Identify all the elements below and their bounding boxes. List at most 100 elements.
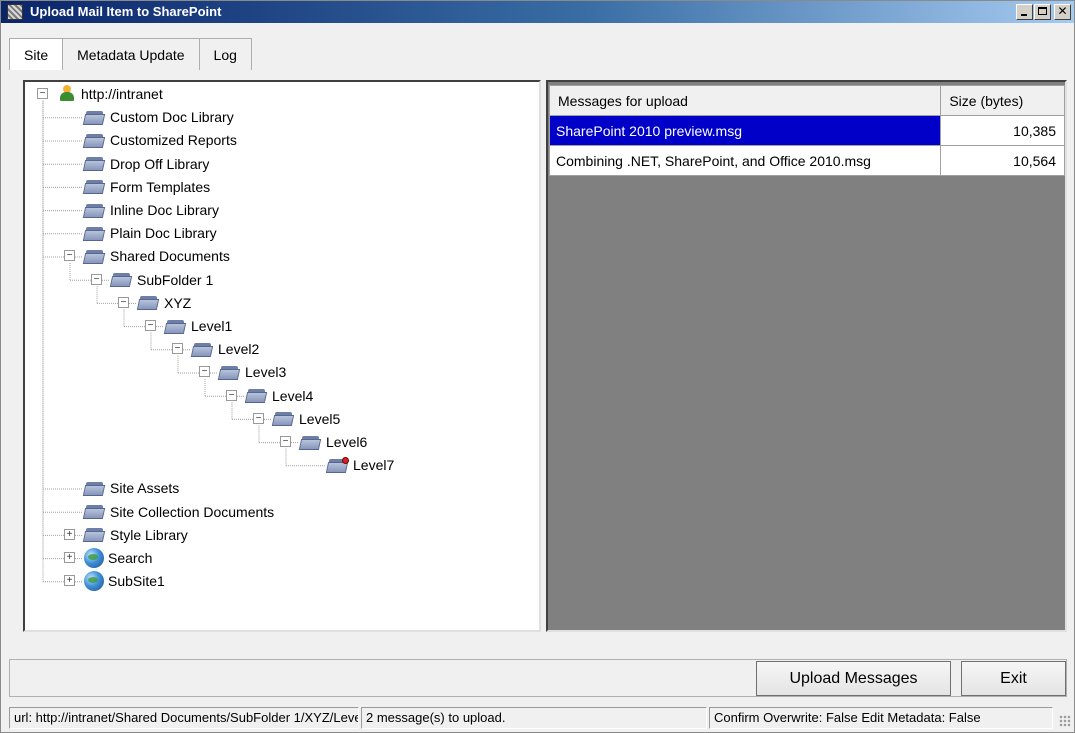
- tree-node-label: Level2: [218, 341, 260, 358]
- title-bar[interactable]: Upload Mail Item to SharePoint ✕: [1, 1, 1074, 23]
- folder-icon: [271, 410, 295, 427]
- tree-node-label: Customized Reports: [110, 132, 237, 149]
- tree-node[interactable]: − Level1: [145, 315, 233, 337]
- table-row[interactable]: Combining .NET, SharePoint, and Office 2…: [548, 145, 1065, 176]
- window-title: Upload Mail Item to SharePoint: [30, 4, 222, 19]
- tree-node[interactable]: + Search: [64, 547, 153, 569]
- app-window: Upload Mail Item to SharePoint ✕ Site Me…: [0, 0, 1075, 733]
- tree-node[interactable]: Site Assets: [82, 477, 180, 499]
- folder-icon: [136, 294, 160, 311]
- tree-node[interactable]: Custom Doc Library: [82, 106, 234, 128]
- folder-icon: [109, 271, 133, 288]
- tree-node-label: Search: [108, 550, 153, 566]
- tree-node[interactable]: − XYZ: [118, 292, 192, 314]
- tree-node[interactable]: − Level4: [226, 385, 314, 407]
- maximize-button[interactable]: [1034, 4, 1051, 20]
- collapse-icon[interactable]: −: [253, 412, 264, 424]
- window-controls: ✕: [1015, 4, 1071, 20]
- tree-node[interactable]: Level7: [325, 454, 395, 476]
- collapse-icon[interactable]: −: [172, 343, 183, 355]
- close-button[interactable]: ✕: [1054, 4, 1071, 20]
- resize-grip-icon[interactable]: [1059, 715, 1071, 727]
- globe-icon: [84, 548, 104, 568]
- folder-icon: [82, 503, 106, 520]
- collapse-icon[interactable]: −: [118, 296, 129, 308]
- tree-node[interactable]: − SubFolder 1: [91, 269, 214, 291]
- collapse-icon[interactable]: −: [37, 88, 48, 99]
- upload-messages-button[interactable]: Upload Messages: [756, 661, 951, 696]
- close-icon: ✕: [1057, 4, 1068, 18]
- collapse-icon[interactable]: −: [280, 436, 291, 447]
- message-name-cell[interactable]: SharePoint 2010 preview.msg: [548, 115, 942, 146]
- site-icon: [57, 84, 77, 104]
- column-header-size[interactable]: Size (bytes): [940, 85, 1065, 116]
- expand-icon[interactable]: +: [64, 552, 75, 563]
- status-bar: url: http://intranet/Shared Documents/Su…: [9, 707, 1073, 729]
- collapse-icon[interactable]: −: [226, 389, 237, 401]
- collapse-icon[interactable]: −: [199, 366, 210, 378]
- messages-grid[interactable]: Messages for upload Size (bytes) SharePo…: [546, 80, 1067, 632]
- tab-metadata-update[interactable]: Metadata Update: [62, 38, 200, 70]
- app-icon: [7, 4, 23, 20]
- tree-node[interactable]: Drop Off Library: [82, 153, 210, 175]
- tree-node-label: Level7: [353, 457, 395, 474]
- tree-node-label: Custom Doc Library: [110, 109, 234, 126]
- tree-node[interactable]: Inline Doc Library: [82, 199, 219, 221]
- tab-log[interactable]: Log: [198, 38, 252, 70]
- status-message-count: 2 message(s) to upload.: [361, 707, 707, 729]
- messages-table: Messages for upload Size (bytes) SharePo…: [548, 85, 1065, 176]
- folder-icon: [82, 202, 106, 219]
- tree-node[interactable]: Plain Doc Library: [82, 222, 217, 244]
- tree-node[interactable]: − http://intranet: [37, 83, 163, 105]
- tree-node-label: Drop Off Library: [110, 155, 210, 172]
- collapse-icon[interactable]: −: [91, 273, 102, 285]
- tree-node[interactable]: Customized Reports: [82, 129, 237, 151]
- minimize-button[interactable]: [1016, 4, 1033, 20]
- tree-node-label: Style Library: [110, 526, 188, 543]
- folder-icon: [163, 318, 187, 335]
- folder-icon: [82, 109, 106, 126]
- grid-header-row: Messages for upload Size (bytes): [548, 85, 1065, 116]
- tree-node[interactable]: − Level5: [253, 408, 341, 430]
- folder-icon: [244, 387, 268, 404]
- tree-node[interactable]: Form Templates: [82, 176, 211, 198]
- folder-icon: [82, 248, 106, 265]
- tree-node-label: XYZ: [164, 294, 192, 311]
- tree-node[interactable]: − Shared Documents: [64, 245, 230, 267]
- tree-node-label: Level5: [299, 410, 341, 427]
- tab-site[interactable]: Site: [9, 38, 64, 70]
- folder-icon: [217, 364, 241, 381]
- tree-node[interactable]: − Level6: [280, 431, 368, 453]
- folder-icon: [82, 225, 106, 242]
- tree-node[interactable]: + SubSite1: [64, 570, 165, 592]
- maximize-icon: [1038, 7, 1047, 15]
- message-name-cell[interactable]: Combining .NET, SharePoint, and Office 2…: [548, 145, 942, 176]
- folder-icon: [82, 155, 106, 172]
- folder-selected-icon: [325, 456, 349, 474]
- site-tree-view[interactable]: − http://intranet Custom Doc Library Custom…: [23, 80, 541, 632]
- tree-node-label: SubFolder 1: [137, 271, 214, 288]
- tab-strip: Site Metadata Update Log: [9, 38, 252, 70]
- tree-node-label: Form Templates: [110, 178, 211, 195]
- collapse-icon[interactable]: −: [145, 320, 156, 331]
- tree-node-label: Shared Documents: [110, 248, 230, 265]
- folder-icon: [298, 434, 322, 451]
- message-size-cell[interactable]: 10,564: [940, 145, 1065, 176]
- tree-node-label: Level4: [272, 387, 314, 404]
- tree-node-label: SubSite1: [108, 573, 165, 590]
- tree-node[interactable]: − Level2: [172, 338, 260, 360]
- collapse-icon[interactable]: −: [64, 250, 75, 262]
- tree-node-label: Level1: [191, 318, 233, 334]
- exit-button[interactable]: Exit: [961, 661, 1066, 696]
- tree-node[interactable]: − Level3: [199, 361, 286, 383]
- tree-node[interactable]: Site Collection Documents: [82, 501, 274, 523]
- tree-node-label: Site Assets: [110, 480, 180, 497]
- table-row[interactable]: SharePoint 2010 preview.msg 10,385: [548, 115, 1065, 146]
- message-size-cell[interactable]: 10,385: [940, 115, 1065, 146]
- tree-node-label: Level6: [326, 434, 368, 450]
- column-header-messages[interactable]: Messages for upload: [548, 85, 942, 116]
- status-url: url: http://intranet/Shared Documents/Su…: [9, 707, 359, 729]
- expand-icon[interactable]: +: [64, 575, 75, 587]
- expand-icon[interactable]: +: [64, 528, 75, 540]
- tree-node[interactable]: + Style Library: [64, 524, 188, 546]
